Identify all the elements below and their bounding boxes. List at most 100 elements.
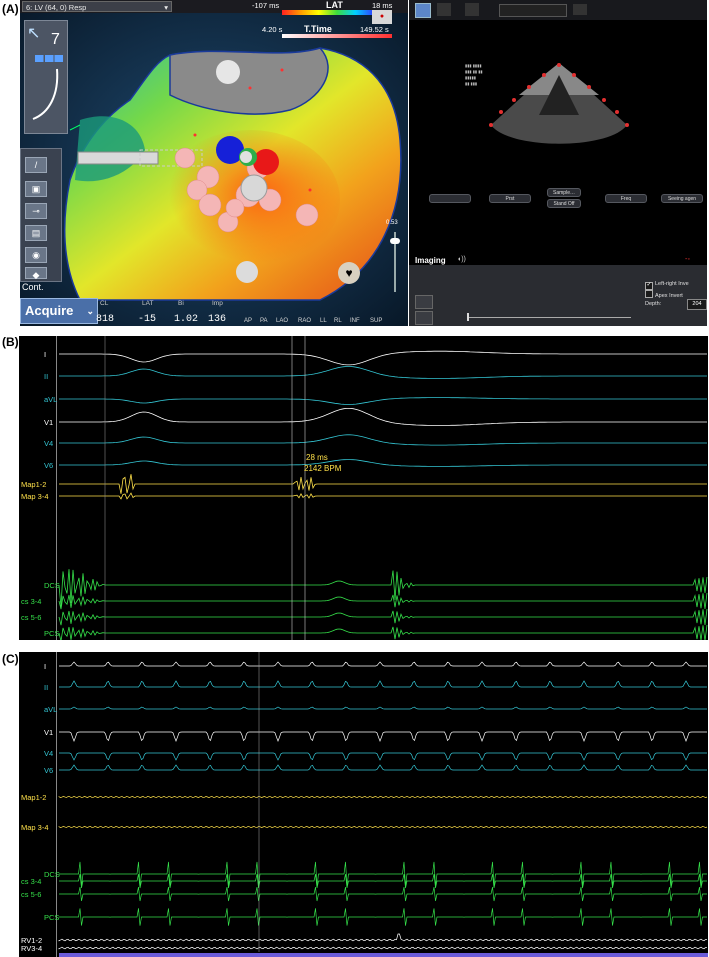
lead-label-map-3-4: Map 3-4 [21,492,49,501]
record-icon[interactable]: ● [372,10,392,24]
trace-map-3-4 [58,826,708,828]
trace-pcs [59,908,707,926]
lead-label-pcs: PCS [44,629,59,638]
view-button-inf[interactable]: INF [350,318,360,324]
trace-v1 [59,408,707,426]
trace-v6 [59,764,707,771]
chevron-down-icon: ⌄ [86,306,94,316]
lead-label-cs-5-6: cs 5-6 [21,890,41,899]
left-right-invert-option[interactable]: ✓ Left-right Inve [645,281,689,290]
view-button-sup[interactable]: SUP [370,318,382,324]
trace-v1 [59,731,707,742]
timeline-handle[interactable] [467,313,469,321]
imaging-button-seeing[interactable]: Seeing agen [661,194,703,203]
view-button-lao[interactable]: LAO [276,318,288,324]
stat-label-cl: CL [100,300,109,307]
view-button-ap[interactable]: AP [244,318,252,324]
imaging-button-freq[interactable]: Freq [605,194,647,203]
lead-label-v1: V1 [44,728,53,737]
lead-label-ii: II [44,372,48,381]
imaging-button-1[interactable] [429,194,471,203]
imaging-title: Imaging [415,256,446,265]
imaging-toolbar [409,0,707,20]
svg-text:▮▮▮ ▮▮▮▮: ▮▮▮ ▮▮▮▮ [465,63,482,68]
lead-label-dcs: DCS [44,870,60,879]
trace-pcs [58,624,708,640]
stat-label-lat: LAT [142,300,154,307]
lead-label-dcs: DCS [44,581,60,590]
cont-label: Cont. [22,282,44,292]
tool-icon[interactable] [437,3,451,16]
view-button-rao[interactable]: RAO [298,318,311,324]
depth-input[interactable]: 204 [687,299,707,310]
svg-text:▮▮▮ ▮▮ ▮▮: ▮▮▮ ▮▮ ▮▮ [465,69,483,74]
lead-label-v6: V6 [44,461,53,470]
stat-label-imp: Imp [212,300,223,307]
prev-button[interactable] [415,295,433,309]
lead-label-map1-2: Map1-2 [21,480,46,489]
egm-traces-b: IIIaVLV1V4V6Map1-2Map 3-4DCScs 3-4cs 5-6… [21,336,708,640]
trace-dcs [59,861,707,887]
trace-map-3-4 [59,492,707,500]
lead-label-pcs: PCS [44,913,59,922]
trace-map1-2 [59,474,707,494]
svg-text:▮▮ ▮▮▮: ▮▮ ▮▮▮ [465,81,477,86]
trace-avl [59,397,707,405]
trace-cs-5-6 [59,887,707,902]
egm-panel-c: I II aVL V1 V4 V6 Map1-2 Map 3-4 DCS cs 3-4 cs 5-6… [19,652,708,957]
signal-icon: ◖)) [457,256,466,263]
lead-label-v4: V4 [44,439,53,448]
lead-label-v1: V1 [44,418,53,427]
apex-invert-label: Apex Invert [655,293,683,299]
trace-cs-3-4 [59,874,707,889]
lead-label-cs-3-4: cs 3-4 [21,597,41,606]
imaging-button-standoff[interactable]: Stand Off [547,199,581,208]
zoom-slider-handle[interactable] [390,238,400,244]
stat-value-imp: 136 [208,314,227,325]
lead-label-ii: II [44,683,48,692]
imaging-panel: ▮▮▮ ▮▮▮▮ ▮▮▮ ▮▮ ▮▮ ▮▮▮▮▮ ▮▮ ▮▮▮ Prst Sample… [409,0,707,326]
trace-ii [59,680,707,688]
panel-label-b: (B) [2,335,19,349]
stat-label-bi: Bi [178,300,184,307]
imaging-mode-icon[interactable] [415,3,431,18]
lead-label-rv3-4: RV3-4 [21,944,42,953]
trace-v4 [59,752,707,761]
lead-label-map-3-4: Map 3-4 [21,823,49,832]
timeline-slider[interactable] [467,317,631,318]
next-button[interactable] [415,311,433,325]
trace-rv1-2 [58,933,708,942]
acquire-label: Acquire [25,303,74,318]
stat-value-cl: 818 [96,314,115,325]
panel-label-a: (A) [2,2,19,16]
imaging-button-sample[interactable]: Sample… [547,188,581,197]
record-indicator-icon: -◦ [685,256,690,263]
electroanatomic-map-view[interactable]: 6: LV (64, 0) Resp ▾ -107 ms LAT 18 ms 4… [20,0,408,326]
lead-label-i: I [44,350,46,359]
lead-label-avl: aVL [44,395,57,404]
panel-label-c: (C) [2,652,19,666]
trace-i [59,350,707,366]
left-right-invert-label: Left-right Inve [655,281,689,287]
apex-invert-option[interactable]: Apex Invert [645,290,683,299]
stat-value-lat: -15 [138,314,157,325]
trace-ii [59,366,707,379]
trace-v6 [59,459,707,467]
caliper-ms: 28 ms [306,453,328,462]
timeline-bar [59,953,708,957]
orientation-heart-icon[interactable]: ♥ [338,262,360,284]
view-button-ll[interactable]: LL [320,318,327,324]
svg-text:▮▮▮▮▮: ▮▮▮▮▮ [465,75,476,80]
view-button-pa[interactable]: PA [260,318,268,324]
imaging-button-prst[interactable]: Prst [489,194,531,203]
trace-rv3-4 [58,946,708,950]
trace-map1-2 [58,796,708,798]
view-button-rl[interactable]: RL [334,318,342,324]
tool-icon[interactable] [573,4,587,15]
lead-label-avl: aVL [44,705,57,714]
imaging-preset-dropdown[interactable] [499,4,567,17]
tool-icon[interactable] [465,3,479,16]
lead-label-v6: V6 [44,766,53,775]
stat-value-bi: 1.02 [174,314,199,325]
acquire-button[interactable]: Acquire ⌄ [20,298,98,324]
